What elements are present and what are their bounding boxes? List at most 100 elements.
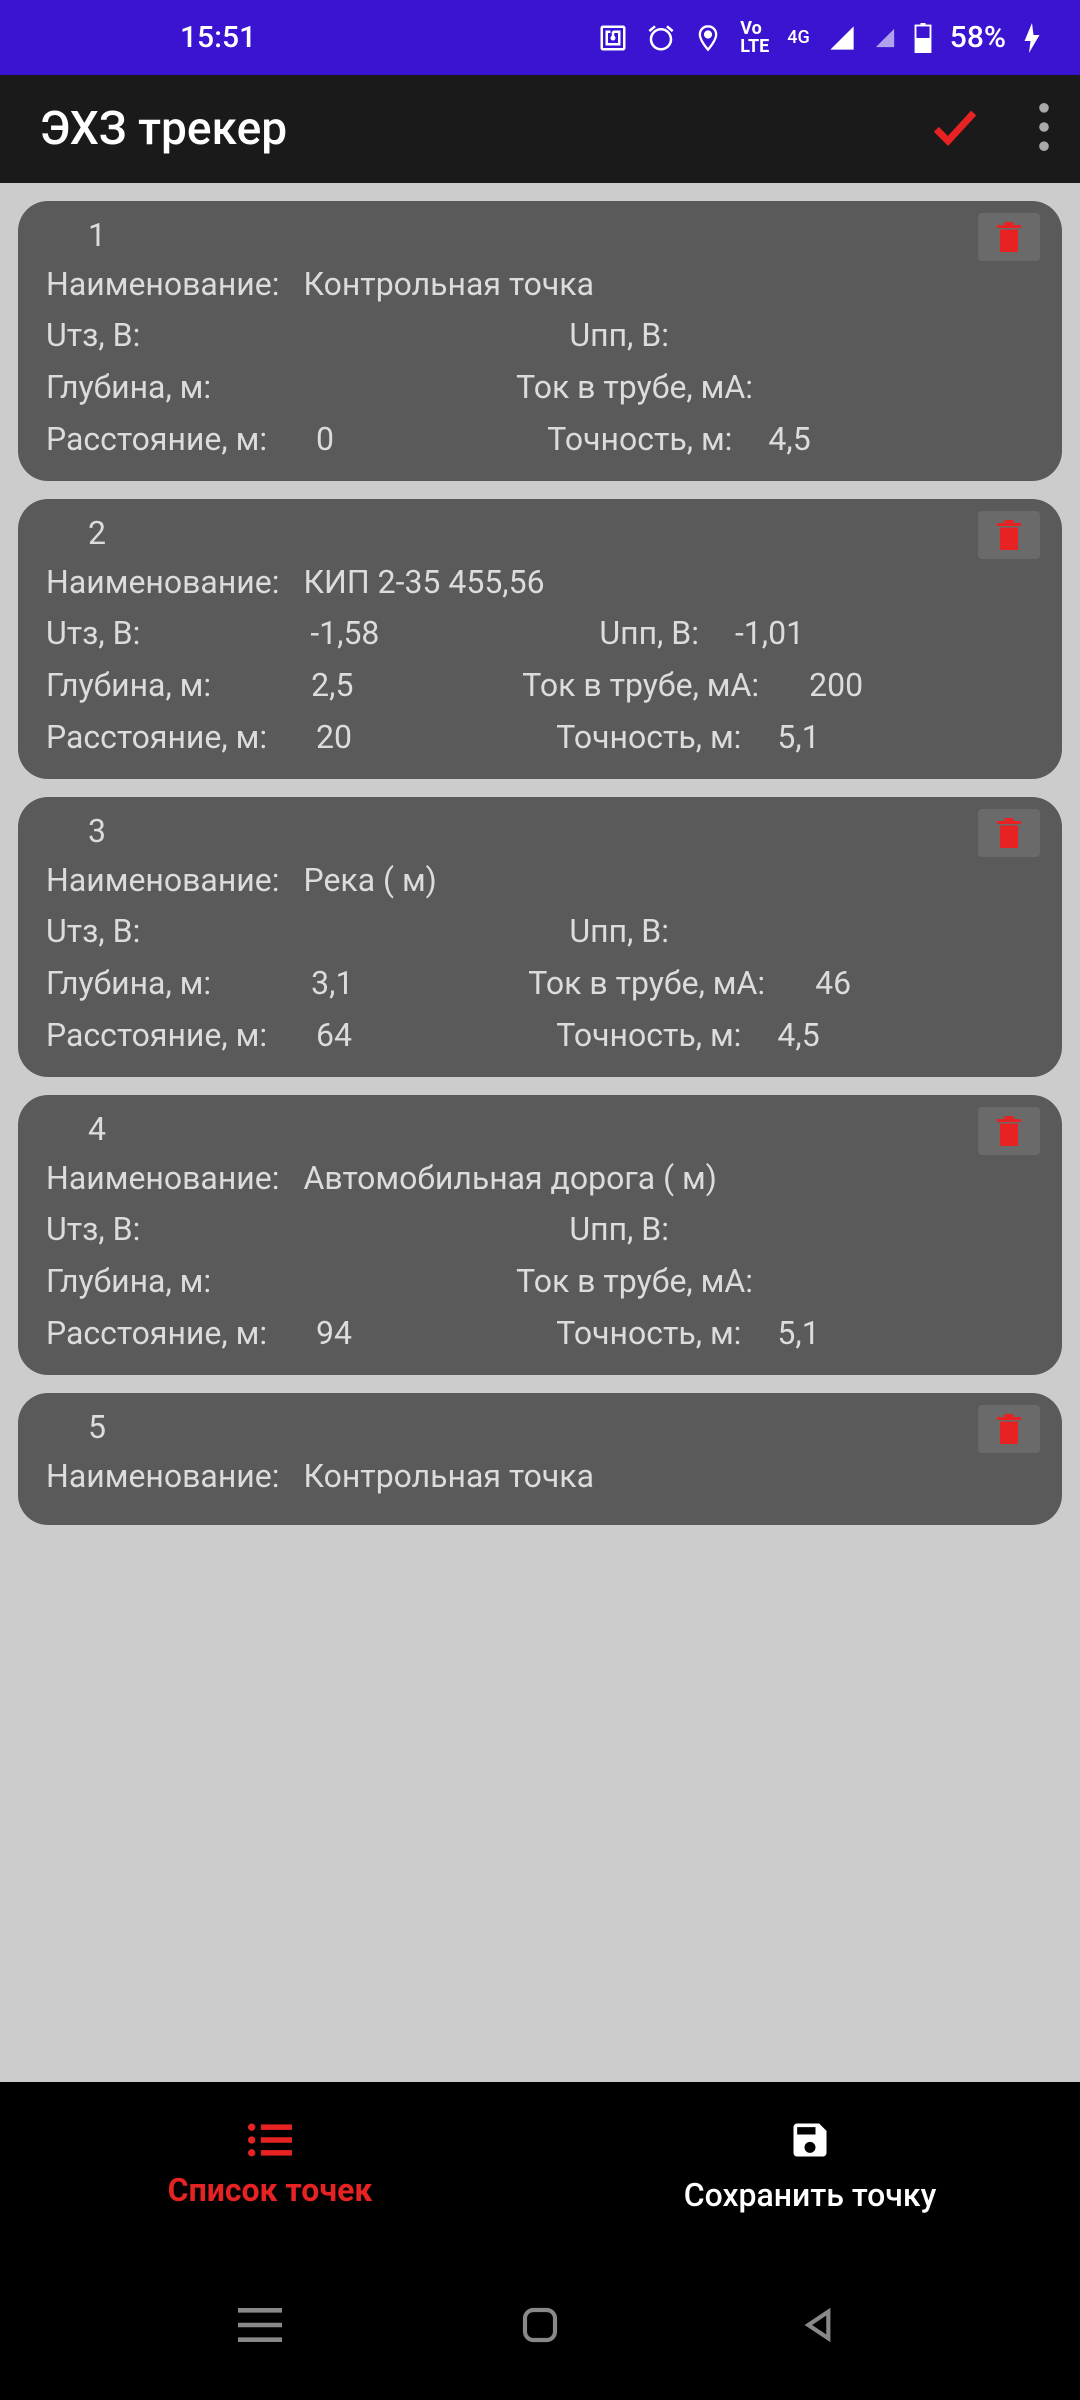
home-button[interactable] <box>510 2295 570 2355</box>
back-button[interactable] <box>790 2295 850 2355</box>
accuracy-label: Точность, м: <box>556 1019 741 1051</box>
point-card[interactable]: 2 Наименование: КИП 2-35 455,56 Uтз, В: -… <box>18 499 1062 779</box>
upp-label: Uпп, В: <box>569 319 669 351</box>
point-card[interactable]: 4 Наименование: Автомобильная дорога ( м… <box>18 1095 1062 1375</box>
status-time: 15:51 <box>40 20 256 55</box>
trash-icon <box>991 813 1027 853</box>
points-list[interactable]: 1 Наименование: Контрольная точка Uтз, В… <box>0 183 1080 2203</box>
location-icon <box>694 24 722 52</box>
upp-value: -1,01 <box>735 617 804 649</box>
current-label: Ток в трубе, мА: <box>516 1265 753 1297</box>
depth-label: Глубина, м: <box>46 967 211 999</box>
current-label: Ток в трубе, мА: <box>528 967 765 999</box>
upp-label: Uпп, В: <box>569 1213 669 1245</box>
system-nav-bar <box>0 2250 1080 2400</box>
distance-value: 64 <box>316 1019 352 1051</box>
point-index: 2 <box>46 517 1034 549</box>
depth-label: Глубина, м: <box>46 371 211 403</box>
battery-percent: 58% <box>950 20 1006 55</box>
point-index: 4 <box>46 1113 1034 1145</box>
point-name: Река ( м) <box>303 864 436 896</box>
battery-icon <box>914 23 932 53</box>
point-name: КИП 2-35 455,56 <box>303 566 544 598</box>
trash-icon <box>991 217 1027 257</box>
accuracy-label: Точность, м: <box>547 423 732 455</box>
nfc-icon <box>598 23 628 53</box>
tab-label: Список точек <box>168 2171 373 2209</box>
more-button[interactable] <box>1038 103 1050 155</box>
distance-label: Расстояние, м: <box>46 1019 316 1051</box>
status-bar: 15:51 VoLTE 4G 58% <box>0 0 1080 75</box>
point-name: Контрольная точка <box>303 1460 594 1492</box>
utz-value: -1,58 <box>310 617 379 649</box>
current-label: Ток в трубе, мА: <box>516 371 753 403</box>
utz-label: Uтз, В: <box>46 1213 140 1245</box>
depth-value: 3,1 <box>311 967 353 999</box>
charging-icon <box>1024 23 1040 53</box>
accuracy-value: 4,5 <box>768 423 810 455</box>
menu-icon <box>238 2306 282 2344</box>
name-label: Наименование: <box>46 864 279 896</box>
home-icon <box>520 2305 560 2345</box>
point-index: 1 <box>46 219 1034 251</box>
current-value: 200 <box>809 669 863 701</box>
accuracy-value: 4,5 <box>777 1019 819 1051</box>
point-index: 3 <box>46 815 1034 847</box>
signal-icon-2 <box>874 27 896 49</box>
point-name: Контрольная точка <box>303 268 594 300</box>
name-label: Наименование: <box>46 566 279 598</box>
upp-label: Uпп, В: <box>569 915 669 947</box>
distance-value: 20 <box>316 721 352 753</box>
delete-button[interactable] <box>978 1405 1040 1453</box>
status-indicators: VoLTE 4G 58% <box>598 20 1040 56</box>
trash-icon <box>991 515 1027 555</box>
accuracy-label: Точность, м: <box>556 721 741 753</box>
depth-label: Глубина, м: <box>46 1265 211 1297</box>
name-label: Наименование: <box>46 1460 279 1492</box>
point-card[interactable]: 5 Наименование: Контрольная точка <box>18 1393 1062 1525</box>
distance-label: Расстояние, м: <box>46 721 316 753</box>
more-vert-icon <box>1038 103 1050 151</box>
trash-icon <box>991 1111 1027 1151</box>
delete-button[interactable] <box>978 511 1040 559</box>
tab-label: Сохранить точку <box>684 2176 937 2214</box>
point-card[interactable]: 3 Наименование: Река ( м) Uтз, В: Uпп, В… <box>18 797 1062 1077</box>
app-title: ЭХЗ трекер <box>30 102 287 156</box>
point-index: 5 <box>46 1411 1034 1443</box>
current-label: Ток в трубе, мА: <box>522 669 759 701</box>
distance-label: Расстояние, м: <box>46 1317 316 1349</box>
delete-button[interactable] <box>978 809 1040 857</box>
trash-icon <box>991 1409 1027 1449</box>
save-icon <box>788 2118 832 2162</box>
depth-value: 2,5 <box>311 669 353 701</box>
name-label: Наименование: <box>46 1162 279 1194</box>
delete-button[interactable] <box>978 1107 1040 1155</box>
distance-label: Расстояние, м: <box>46 423 316 455</box>
signal-icon <box>828 24 856 52</box>
utz-label: Uтз, В: <box>46 617 140 649</box>
volte-icon: VoLTE <box>740 20 769 56</box>
list-icon <box>248 2123 292 2157</box>
depth-label: Глубина, м: <box>46 669 211 701</box>
distance-value: 94 <box>316 1317 352 1349</box>
accuracy-label: Точность, м: <box>556 1317 741 1349</box>
name-label: Наименование: <box>46 268 279 300</box>
confirm-button[interactable] <box>927 99 983 159</box>
check-icon <box>927 99 983 155</box>
tab-points-list[interactable]: Список точек <box>0 2082 540 2250</box>
distance-value: 0 <box>316 423 334 455</box>
point-card[interactable]: 1 Наименование: Контрольная точка Uтз, В… <box>18 201 1062 481</box>
alarm-icon <box>646 23 676 53</box>
recents-button[interactable] <box>230 2295 290 2355</box>
upp-label: Uпп, В: <box>599 617 699 649</box>
tab-save-point[interactable]: Сохранить точку <box>540 2082 1080 2250</box>
bottom-tabs: Список точек Сохранить точку <box>0 2082 1080 2250</box>
delete-button[interactable] <box>978 213 1040 261</box>
utz-label: Uтз, В: <box>46 319 140 351</box>
network-icon: 4G <box>787 27 810 48</box>
accuracy-value: 5,1 <box>777 721 819 753</box>
current-value: 46 <box>815 967 851 999</box>
app-bar: ЭХЗ трекер <box>0 75 1080 183</box>
accuracy-value: 5,1 <box>777 1317 819 1349</box>
point-name: Автомобильная дорога ( м) <box>303 1162 716 1194</box>
